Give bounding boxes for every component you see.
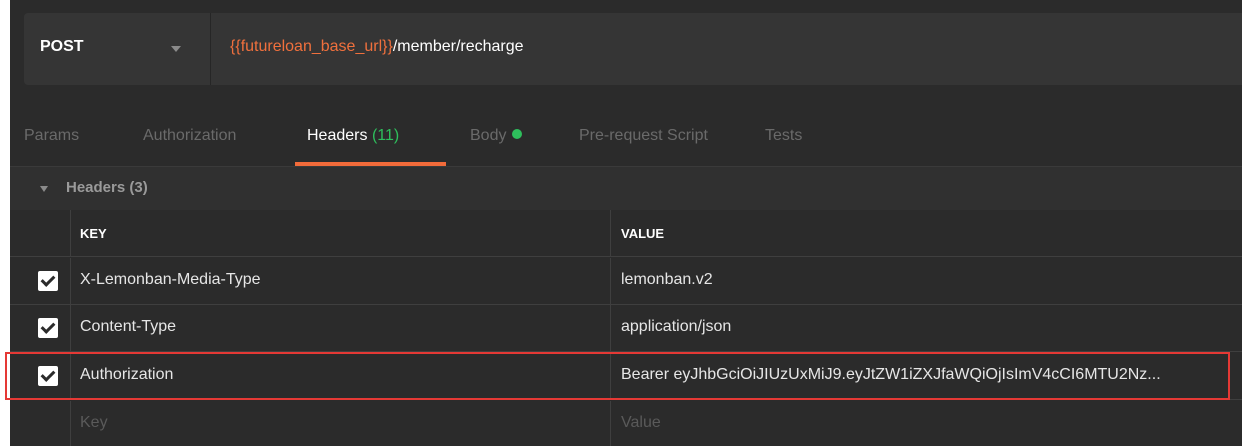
- headers-section-title: Headers (3): [66, 179, 148, 196]
- new-value-input[interactable]: Value: [611, 401, 1242, 446]
- method-dropdown[interactable]: POST: [24, 13, 211, 85]
- tab-authorization-label: Authorization: [143, 127, 237, 144]
- caret-down-icon: [40, 186, 48, 192]
- tab-pre-request-script-label: Pre-request Script: [579, 127, 708, 144]
- tab-headers[interactable]: Headers (11): [307, 127, 399, 145]
- key-column-header: KEY: [70, 210, 611, 256]
- row-check-cell: [10, 353, 71, 399]
- header-key-cell[interactable]: Authorization: [70, 353, 611, 399]
- request-tabs: Params Authorization Headers (11) Body P…: [24, 118, 1242, 166]
- header-key-text: Content-Type: [80, 318, 177, 335]
- new-key-input[interactable]: Key: [70, 401, 611, 446]
- table-row: Authorization Bearer eyJhbGciOiJIUzUxMiJ…: [10, 353, 1242, 400]
- key-column-label: KEY: [80, 226, 107, 241]
- url-variable: {{futureloan_base_url}}: [230, 38, 393, 55]
- row-checkbox[interactable]: [38, 366, 58, 386]
- key-placeholder: Key: [80, 414, 108, 431]
- header-value-cell[interactable]: lemonban.v2: [611, 258, 1242, 304]
- header-value-text: lemonban.v2: [621, 271, 713, 288]
- method-label: POST: [40, 38, 84, 55]
- tab-tests-label: Tests: [765, 127, 803, 144]
- tab-headers-label: Headers: [307, 127, 368, 144]
- headers-section-toggle[interactable]: Headers (3): [10, 166, 1242, 210]
- tab-headers-count: (11): [371, 127, 400, 144]
- header-value-cell[interactable]: application/json: [611, 305, 1242, 351]
- postman-request-panel: POST {{futureloan_base_url}}/member/rech…: [10, 0, 1242, 446]
- url-input[interactable]: {{futureloan_base_url}}/member/recharge: [230, 38, 524, 56]
- header-key-text: Authorization: [80, 366, 174, 383]
- request-bar: POST {{futureloan_base_url}}/member/rech…: [24, 13, 1242, 85]
- value-column-label: VALUE: [621, 226, 665, 241]
- table-row: Content-Type application/json: [10, 305, 1242, 352]
- tab-params[interactable]: Params: [24, 127, 79, 145]
- body-status-dot-icon: [512, 129, 523, 139]
- tab-body-label: Body: [470, 127, 507, 144]
- table-header-row: KEY VALUE: [10, 210, 1242, 257]
- tab-tests[interactable]: Tests: [765, 127, 802, 145]
- chevron-down-icon: [171, 46, 181, 52]
- header-key-cell[interactable]: X-Lemonban-Media-Type: [70, 258, 611, 304]
- row-checkbox[interactable]: [38, 318, 58, 338]
- check-column-header: [10, 210, 71, 256]
- header-key-cell[interactable]: Content-Type: [70, 305, 611, 351]
- header-value-text: application/json: [621, 318, 732, 335]
- value-placeholder: Value: [621, 414, 661, 431]
- value-column-header: VALUE: [611, 210, 1242, 256]
- row-checkbox[interactable]: [38, 271, 58, 291]
- table-row: X-Lemonban-Media-Type lemonban.v2: [10, 258, 1242, 305]
- tab-authorization[interactable]: Authorization: [143, 127, 236, 145]
- tab-body[interactable]: Body: [470, 127, 523, 145]
- url-path: /member/recharge: [392, 38, 524, 55]
- row-check-cell: [10, 258, 71, 304]
- header-key-text: X-Lemonban-Media-Type: [80, 271, 261, 288]
- row-check-cell: [10, 401, 71, 446]
- header-value-cell[interactable]: Bearer eyJhbGciOiJIUzUxMiJ9.eyJtZW1iZXJf…: [611, 353, 1242, 399]
- tab-pre-request-script[interactable]: Pre-request Script: [579, 127, 708, 145]
- header-value-text: Bearer eyJhbGciOiJIUzUxMiJ9.eyJtZW1iZXJf…: [621, 366, 1161, 383]
- new-header-row: Key Value: [10, 401, 1242, 446]
- tab-params-label: Params: [24, 127, 80, 144]
- row-check-cell: [10, 305, 71, 351]
